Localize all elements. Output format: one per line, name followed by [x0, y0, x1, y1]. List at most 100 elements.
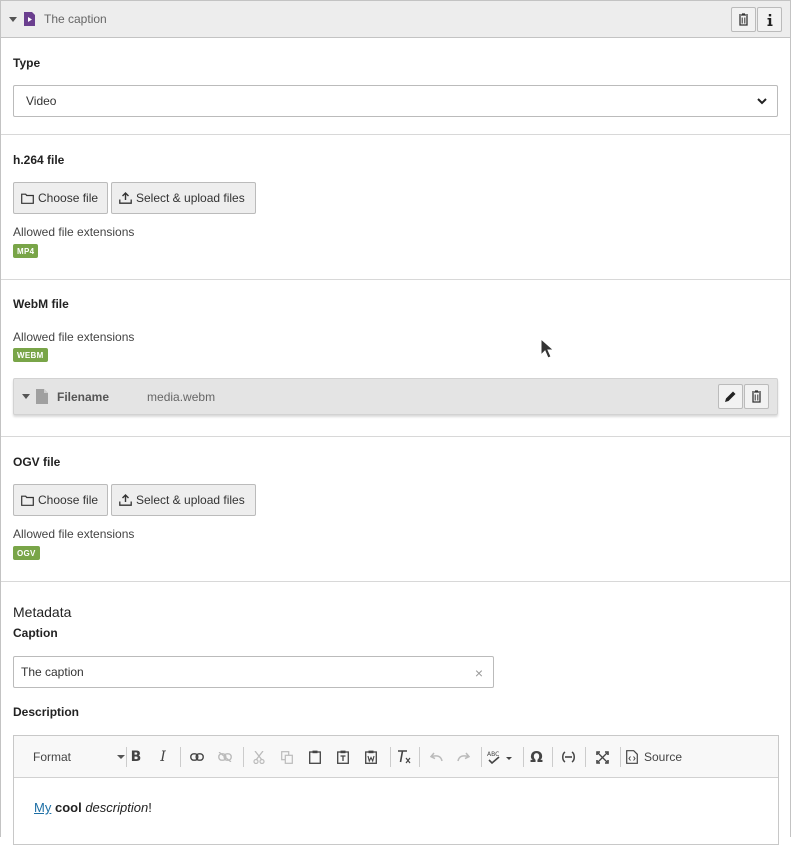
- omega-icon: Ω: [530, 748, 543, 766]
- h264-upload-button[interactable]: Select & upload files: [111, 182, 256, 214]
- webm-section: WebM file Allowed file extensions WEBM F…: [1, 280, 790, 437]
- h264-choose-file-button[interactable]: Choose file: [13, 182, 108, 214]
- format-dropdown[interactable]: Format: [33, 748, 125, 766]
- ogv-upload-label: Select & upload files: [136, 493, 245, 507]
- scissors-icon: [253, 750, 265, 764]
- folder-icon: [21, 193, 34, 204]
- maximize-button[interactable]: [593, 748, 611, 766]
- copy-icon: [281, 750, 293, 764]
- paste-button[interactable]: [306, 748, 324, 766]
- file-row-caret-icon[interactable]: [22, 394, 30, 399]
- description-link[interactable]: My: [34, 800, 51, 815]
- file-delete-button[interactable]: [744, 384, 769, 409]
- undo-icon: [429, 752, 443, 762]
- ogv-upload-button[interactable]: Select & upload files: [111, 484, 256, 516]
- spellcheck-icon: ABC: [487, 751, 512, 764]
- cut-button[interactable]: [250, 748, 268, 766]
- ogv-label: OGV file: [13, 455, 61, 469]
- mouse-cursor-icon: [540, 338, 554, 359]
- file-row-label: Filename: [57, 389, 110, 404]
- type-select[interactable]: Video: [13, 85, 778, 117]
- h264-choose-file-label: Choose file: [38, 191, 99, 205]
- description-end-text: !: [148, 800, 152, 815]
- description-bold-text: cool: [54, 800, 82, 815]
- webm-extension-badge: WEBM: [13, 348, 48, 362]
- link-icon: [190, 753, 204, 761]
- remove-format-button[interactable]: [395, 748, 413, 766]
- h264-extension-badge: MP4: [13, 244, 39, 258]
- paste-text-button[interactable]: [334, 748, 352, 766]
- info-button[interactable]: [757, 7, 782, 32]
- caption-input-value: The caption: [21, 665, 84, 679]
- anchor-icon: [561, 751, 575, 763]
- source-icon: [626, 750, 638, 764]
- unlink-button[interactable]: [216, 748, 234, 766]
- svg-text:ABC: ABC: [487, 751, 499, 758]
- webm-label: WebM file: [13, 297, 69, 311]
- clipboard-icon: [309, 750, 321, 764]
- panel-header[interactable]: The caption: [1, 1, 790, 38]
- bold-button[interactable]: B: [128, 748, 144, 766]
- webm-file-row[interactable]: Filename media.webm: [13, 378, 778, 415]
- content-element-panel: The caption Type Video h.264 file Choose…: [0, 0, 791, 845]
- editor-content[interactable]: My cool description!: [14, 778, 778, 837]
- ogv-choose-file-button[interactable]: Choose file: [13, 484, 108, 516]
- trash-icon: [752, 390, 761, 403]
- caption-input[interactable]: The caption ×: [13, 656, 494, 688]
- bold-icon: B: [130, 749, 142, 765]
- link-button[interactable]: [188, 748, 206, 766]
- type-label: Type: [13, 56, 41, 70]
- redo-icon: [456, 752, 470, 762]
- trash-icon: [739, 13, 748, 26]
- format-chevron-icon: [117, 755, 125, 759]
- ogv-extension-badge: OGV: [13, 546, 40, 560]
- h264-upload-label: Select & upload files: [136, 191, 245, 205]
- paste-text-icon: [337, 750, 349, 764]
- italic-icon: I: [160, 749, 166, 765]
- upload-icon: [119, 494, 132, 506]
- copy-button[interactable]: [278, 748, 296, 766]
- spellcheck-button[interactable]: ABC: [487, 748, 515, 766]
- type-select-value: Video: [26, 94, 57, 108]
- italic-button[interactable]: I: [155, 748, 171, 766]
- undo-button[interactable]: [427, 748, 445, 766]
- paste-word-button[interactable]: [362, 748, 380, 766]
- h264-label: h.264 file: [13, 153, 65, 167]
- pencil-icon: [725, 391, 736, 402]
- file-icon: [36, 389, 48, 404]
- panel-title: The caption: [44, 12, 107, 26]
- webm-allowed-extensions-hint: Allowed file extensions: [13, 330, 135, 344]
- maximize-icon: [595, 750, 609, 764]
- anchor-button[interactable]: [559, 748, 577, 766]
- format-dropdown-label: Format: [33, 750, 72, 764]
- delete-button[interactable]: [731, 7, 756, 32]
- editor-toolbar: Format B I ABC Ω Source: [14, 736, 778, 778]
- ogv-section: OGV file Choose file Select & upload fil…: [1, 437, 790, 582]
- file-edit-button[interactable]: [718, 384, 743, 409]
- clear-icon[interactable]: ×: [475, 665, 483, 681]
- metadata-heading: Metadata: [13, 604, 72, 620]
- description-italic-text: description: [85, 800, 149, 815]
- ogv-allowed-extensions-hint: Allowed file extensions: [13, 527, 135, 541]
- remove-format-icon: [397, 750, 410, 764]
- h264-allowed-extensions-hint: Allowed file extensions: [13, 225, 135, 239]
- h264-section: h.264 file Choose file Select & upload f…: [1, 135, 790, 280]
- redo-button[interactable]: [454, 748, 472, 766]
- source-button-label: Source: [644, 750, 683, 764]
- type-section: Type Video: [1, 38, 790, 135]
- special-char-button[interactable]: Ω: [528, 748, 545, 766]
- file-row-value: media.webm: [147, 389, 216, 404]
- chevron-down-icon: [757, 98, 767, 105]
- folder-icon: [21, 495, 34, 506]
- paste-word-icon: [365, 750, 377, 764]
- video-document-icon: [24, 12, 35, 26]
- caption-label: Caption: [13, 626, 58, 640]
- upload-icon: [119, 192, 132, 204]
- description-label: Description: [13, 705, 80, 719]
- description-editor[interactable]: Format B I ABC Ω Source My cool descript…: [13, 735, 779, 845]
- collapse-caret-icon[interactable]: [9, 16, 17, 22]
- info-icon: [767, 13, 772, 26]
- unlink-icon: [218, 752, 232, 762]
- source-button[interactable]: Source: [626, 748, 688, 766]
- ogv-choose-file-label: Choose file: [38, 493, 99, 507]
